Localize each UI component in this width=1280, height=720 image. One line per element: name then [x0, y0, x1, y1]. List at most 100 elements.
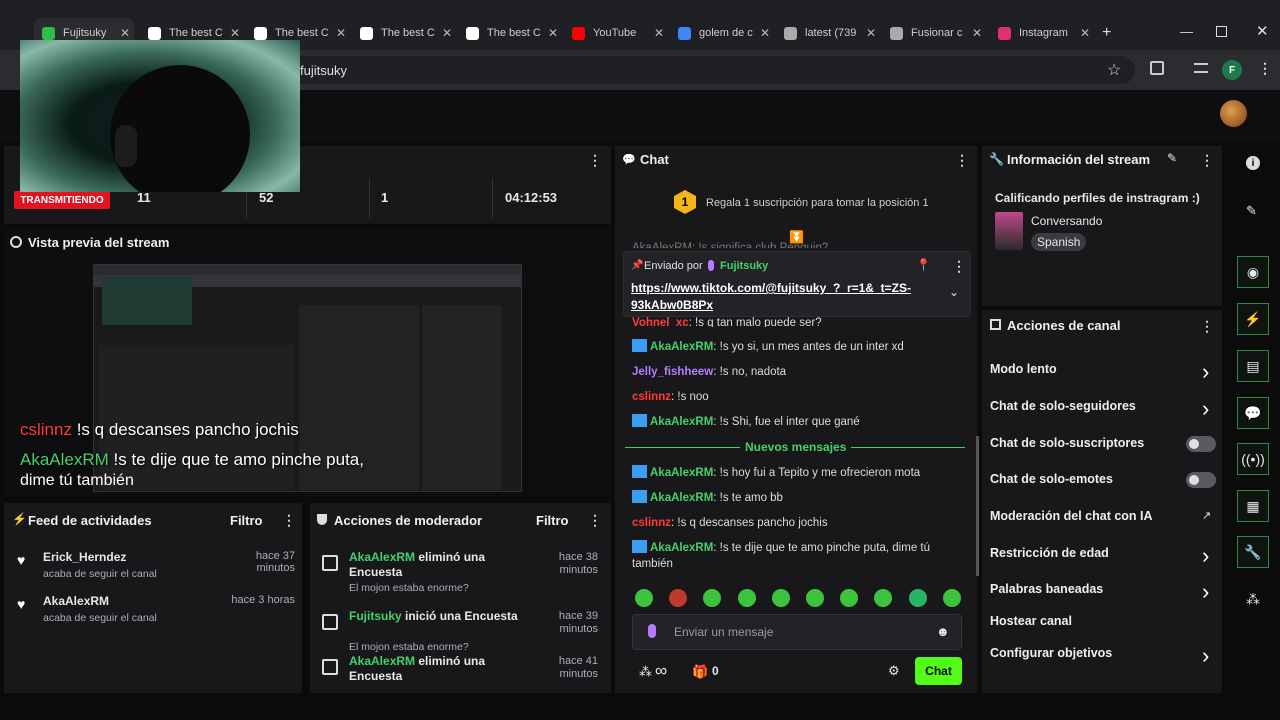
broadcast-button[interactable]: ((•))	[1237, 443, 1269, 475]
channel-action-item[interactable]: Restricción de edad	[990, 546, 1109, 560]
emote-icon[interactable]	[908, 589, 927, 607]
chat-username[interactable]: AkaAlexRM	[650, 467, 713, 479]
edit-pencil-icon[interactable]: ✎	[1167, 151, 1177, 165]
activity-filter-button[interactable]: Filtro	[230, 513, 263, 528]
chat-username[interactable]: AkaAlexRM	[650, 416, 713, 428]
external-link-icon[interactable]: ↗	[1202, 509, 1211, 522]
tools-button[interactable]: 🔧	[1237, 536, 1269, 568]
channel-action-item[interactable]: Hostear canal	[990, 614, 1072, 628]
tab-close-icon[interactable]: ✕	[548, 26, 558, 40]
toggle-switch[interactable]	[1186, 436, 1216, 452]
pinned-link-2[interactable]: 93kAbw0B8Px	[631, 298, 713, 312]
flash-button[interactable]: ⚡	[1237, 303, 1269, 335]
channel-actions-menu-button[interactable]: ⋮	[1200, 318, 1214, 335]
layout-button[interactable]: ▦	[1237, 490, 1269, 522]
chevron-right-icon[interactable]: ›	[1202, 643, 1209, 669]
chat-username[interactable]: Vohnel_xc	[632, 317, 689, 327]
category-name[interactable]: Conversando	[1031, 214, 1102, 228]
chat-username[interactable]: cslinnz	[632, 517, 671, 529]
chat-username[interactable]: AkaAlexRM	[650, 341, 713, 353]
edit-icon[interactable]: ✎	[1246, 203, 1257, 219]
browser-tab[interactable]: The best C ✕	[458, 18, 562, 48]
expand-pinned-chevron-icon[interactable]: ⌄	[949, 285, 959, 299]
chevron-right-icon[interactable]: ›	[1202, 359, 1209, 385]
pinned-user[interactable]: Fujitsuky	[720, 260, 768, 272]
emote-icon[interactable]	[737, 589, 756, 607]
chat-menu-button[interactable]: ⋮	[955, 152, 969, 169]
chat-scrollbar[interactable]	[976, 436, 979, 576]
tab-close-icon[interactable]: ✕	[866, 26, 876, 40]
toggle-switch[interactable]	[1186, 472, 1216, 488]
emote-icon[interactable]	[806, 589, 824, 607]
mod-user[interactable]: Fujitsuky	[349, 609, 402, 623]
close-window-button[interactable]: ✕	[1256, 22, 1269, 40]
mod-menu-button[interactable]: ⋮	[588, 512, 602, 529]
emote-icon[interactable]	[942, 589, 961, 607]
browser-tab[interactable]: Fusionar c ✕	[882, 18, 986, 48]
stats-menu-button[interactable]: ⋮	[588, 152, 602, 169]
mod-filter-button[interactable]: Filtro	[536, 513, 569, 528]
bookmark-star-icon[interactable]: ☆	[1107, 60, 1121, 80]
gift-icon[interactable]: 🎁	[692, 664, 708, 680]
browser-tab[interactable]: YouTube ✕	[564, 18, 668, 48]
tab-close-icon[interactable]: ✕	[654, 26, 664, 40]
tab-close-icon[interactable]: ✕	[442, 26, 452, 40]
tab-close-icon[interactable]: ✕	[972, 26, 982, 40]
tab-close-icon[interactable]: ✕	[336, 26, 346, 40]
extensions-icon[interactable]	[1150, 61, 1164, 75]
mod-user[interactable]: AkaAlexRM	[349, 550, 415, 564]
activity-user[interactable]: Erick_Herndez	[43, 550, 126, 564]
tab-close-icon[interactable]: ✕	[1080, 26, 1090, 40]
gift-sub-text[interactable]: Regala 1 suscripción para tomar la posic…	[706, 197, 929, 209]
browser-tab[interactable]: golem de c ✕	[670, 18, 774, 48]
chat-username[interactable]: cslinnz	[632, 391, 671, 403]
reading-list-icon[interactable]	[1194, 63, 1208, 73]
stream-info-menu-button[interactable]: ⋮	[1200, 152, 1214, 169]
channel-action-item[interactable]: Modo lento	[990, 362, 1057, 376]
chevron-right-icon[interactable]: ›	[1202, 579, 1209, 605]
pinned-link-1[interactable]: https://www.tiktok.com/@fujitsuky_?_r=1&…	[631, 281, 911, 295]
channel-action-item[interactable]: Configurar objetivos	[990, 646, 1112, 660]
user-avatar[interactable]	[1220, 100, 1247, 127]
tab-close-icon[interactable]: ✕	[120, 26, 130, 40]
camera-button[interactable]: ◉	[1237, 256, 1269, 288]
chat-username[interactable]: AkaAlexRM	[650, 542, 713, 554]
browser-tab[interactable]: latest (739 ✕	[776, 18, 880, 48]
activity-menu-button[interactable]: ⋮	[282, 512, 296, 529]
notes-button[interactable]: ▤	[1237, 350, 1269, 382]
chat-send-button[interactable]: Chat	[915, 657, 962, 685]
new-tab-button[interactable]: +	[1102, 24, 1111, 42]
minimize-button[interactable]: —	[1180, 24, 1193, 39]
tab-close-icon[interactable]: ✕	[230, 26, 240, 40]
mod-user[interactable]: AkaAlexRM	[349, 654, 415, 668]
chat-username[interactable]: AkaAlexRM	[650, 492, 713, 504]
mic-icon[interactable]	[648, 624, 656, 638]
pinned-menu-button[interactable]: ⋮	[952, 258, 966, 275]
chat-username[interactable]: Jelly_fishheew	[632, 366, 713, 378]
unpin-icon[interactable]: 📍	[916, 258, 931, 272]
omnibox[interactable]	[285, 56, 1135, 84]
info-icon[interactable]: i	[1246, 156, 1260, 170]
profile-avatar[interactable]: F	[1222, 60, 1242, 80]
channel-action-item[interactable]: Chat de solo-suscriptores	[990, 436, 1144, 450]
channel-action-item[interactable]: Chat de solo-seguidores	[990, 399, 1136, 413]
chat-popout-button[interactable]: 💬	[1237, 397, 1269, 429]
chat-settings-gear-icon[interactable]: ⚙	[888, 663, 900, 679]
activity-user[interactable]: AkaAlexRM	[43, 594, 109, 608]
channel-action-item[interactable]: Chat de solo-emotes	[990, 472, 1113, 486]
browser-menu-icon[interactable]: ⋮	[1258, 60, 1272, 77]
emote-icon[interactable]	[635, 589, 653, 607]
chevron-right-icon[interactable]: ›	[1202, 396, 1209, 422]
tab-close-icon[interactable]: ✕	[760, 26, 770, 40]
emote-icon[interactable]	[771, 589, 790, 607]
browser-tab[interactable]: Instagram ✕	[990, 18, 1094, 48]
channel-action-item[interactable]: Moderación del chat con IA	[990, 509, 1153, 523]
channel-points-icon[interactable]: ⁂	[639, 664, 652, 680]
browser-tab[interactable]: The best C ✕	[352, 18, 456, 48]
points-icon[interactable]: ⁂	[1246, 591, 1260, 608]
channel-action-item[interactable]: Palabras baneadas	[990, 582, 1103, 596]
chevron-right-icon[interactable]: ›	[1202, 543, 1209, 569]
emoji-picker-icon[interactable]: ☻	[936, 624, 950, 639]
maximize-button[interactable]	[1216, 26, 1227, 37]
chat-text: : !s Shi, fue el inter que gané	[713, 416, 860, 428]
